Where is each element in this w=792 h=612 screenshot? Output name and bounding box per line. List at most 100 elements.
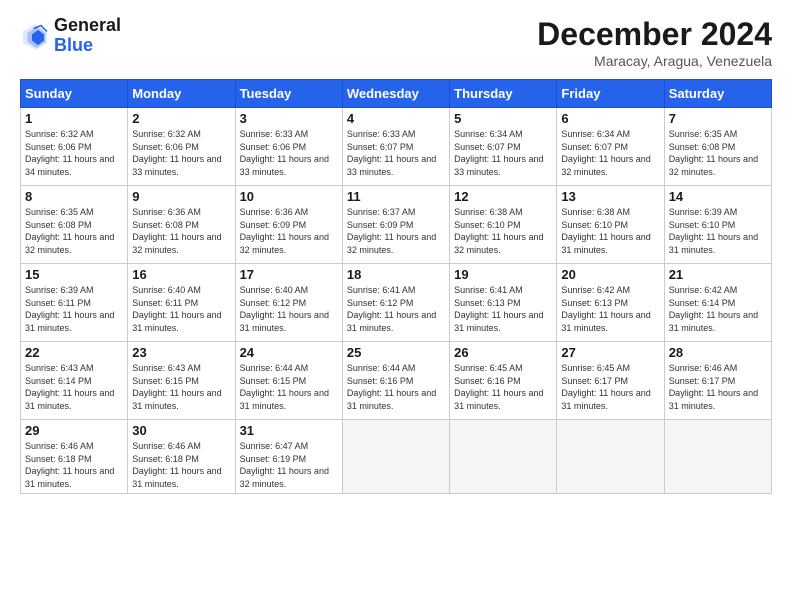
day-number: 27 xyxy=(561,345,659,360)
table-cell: 18 Sunrise: 6:41 AM Sunset: 6:12 PM Dayl… xyxy=(342,264,449,342)
day-number: 29 xyxy=(25,423,123,438)
day-number: 24 xyxy=(240,345,338,360)
day-number: 14 xyxy=(669,189,767,204)
table-cell: 14 Sunrise: 6:39 AM Sunset: 6:10 PM Dayl… xyxy=(664,186,771,264)
calendar-container: General Blue December 2024 Maracay, Arag… xyxy=(0,0,792,504)
day-number: 6 xyxy=(561,111,659,126)
table-cell xyxy=(664,420,771,494)
logo-icon xyxy=(20,21,50,51)
table-cell: 17 Sunrise: 6:40 AM Sunset: 6:12 PM Dayl… xyxy=(235,264,342,342)
day-number: 31 xyxy=(240,423,338,438)
table-cell xyxy=(450,420,557,494)
table-cell: 16 Sunrise: 6:40 AM Sunset: 6:11 PM Dayl… xyxy=(128,264,235,342)
location: Maracay, Aragua, Venezuela xyxy=(537,53,772,69)
day-number: 3 xyxy=(240,111,338,126)
day-number: 16 xyxy=(132,267,230,282)
day-number: 23 xyxy=(132,345,230,360)
table-row: 22 Sunrise: 6:43 AM Sunset: 6:14 PM Dayl… xyxy=(21,342,772,420)
day-info: Sunrise: 6:43 AM Sunset: 6:14 PM Dayligh… xyxy=(25,362,123,412)
day-info: Sunrise: 6:40 AM Sunset: 6:12 PM Dayligh… xyxy=(240,284,338,334)
table-cell: 29 Sunrise: 6:46 AM Sunset: 6:18 PM Dayl… xyxy=(21,420,128,494)
table-cell: 8 Sunrise: 6:35 AM Sunset: 6:08 PM Dayli… xyxy=(21,186,128,264)
day-number: 30 xyxy=(132,423,230,438)
col-monday: Monday xyxy=(128,80,235,108)
table-cell: 22 Sunrise: 6:43 AM Sunset: 6:14 PM Dayl… xyxy=(21,342,128,420)
day-info: Sunrise: 6:34 AM Sunset: 6:07 PM Dayligh… xyxy=(561,128,659,178)
day-info: Sunrise: 6:38 AM Sunset: 6:10 PM Dayligh… xyxy=(561,206,659,256)
logo: General Blue xyxy=(20,16,121,56)
day-number: 11 xyxy=(347,189,445,204)
day-info: Sunrise: 6:46 AM Sunset: 6:18 PM Dayligh… xyxy=(132,440,230,490)
table-cell: 24 Sunrise: 6:44 AM Sunset: 6:15 PM Dayl… xyxy=(235,342,342,420)
day-info: Sunrise: 6:45 AM Sunset: 6:17 PM Dayligh… xyxy=(561,362,659,412)
day-number: 21 xyxy=(669,267,767,282)
day-info: Sunrise: 6:37 AM Sunset: 6:09 PM Dayligh… xyxy=(347,206,445,256)
day-number: 25 xyxy=(347,345,445,360)
table-cell: 15 Sunrise: 6:39 AM Sunset: 6:11 PM Dayl… xyxy=(21,264,128,342)
day-info: Sunrise: 6:40 AM Sunset: 6:11 PM Dayligh… xyxy=(132,284,230,334)
table-cell: 31 Sunrise: 6:47 AM Sunset: 6:19 PM Dayl… xyxy=(235,420,342,494)
table-cell: 7 Sunrise: 6:35 AM Sunset: 6:08 PM Dayli… xyxy=(664,108,771,186)
table-cell xyxy=(557,420,664,494)
day-number: 13 xyxy=(561,189,659,204)
day-number: 17 xyxy=(240,267,338,282)
day-number: 9 xyxy=(132,189,230,204)
col-sunday: Sunday xyxy=(21,80,128,108)
day-number: 5 xyxy=(454,111,552,126)
title-block: December 2024 Maracay, Aragua, Venezuela xyxy=(537,16,772,69)
day-info: Sunrise: 6:41 AM Sunset: 6:12 PM Dayligh… xyxy=(347,284,445,334)
col-saturday: Saturday xyxy=(664,80,771,108)
table-cell: 9 Sunrise: 6:36 AM Sunset: 6:08 PM Dayli… xyxy=(128,186,235,264)
day-number: 7 xyxy=(669,111,767,126)
table-cell: 20 Sunrise: 6:42 AM Sunset: 6:13 PM Dayl… xyxy=(557,264,664,342)
table-cell: 23 Sunrise: 6:43 AM Sunset: 6:15 PM Dayl… xyxy=(128,342,235,420)
table-row: 15 Sunrise: 6:39 AM Sunset: 6:11 PM Dayl… xyxy=(21,264,772,342)
col-friday: Friday xyxy=(557,80,664,108)
table-cell: 19 Sunrise: 6:41 AM Sunset: 6:13 PM Dayl… xyxy=(450,264,557,342)
day-info: Sunrise: 6:42 AM Sunset: 6:13 PM Dayligh… xyxy=(561,284,659,334)
table-cell: 2 Sunrise: 6:32 AM Sunset: 6:06 PM Dayli… xyxy=(128,108,235,186)
calendar-header: General Blue December 2024 Maracay, Arag… xyxy=(20,16,772,69)
table-row: 29 Sunrise: 6:46 AM Sunset: 6:18 PM Dayl… xyxy=(21,420,772,494)
table-cell: 21 Sunrise: 6:42 AM Sunset: 6:14 PM Dayl… xyxy=(664,264,771,342)
day-info: Sunrise: 6:36 AM Sunset: 6:08 PM Dayligh… xyxy=(132,206,230,256)
table-cell: 3 Sunrise: 6:33 AM Sunset: 6:06 PM Dayli… xyxy=(235,108,342,186)
day-info: Sunrise: 6:46 AM Sunset: 6:18 PM Dayligh… xyxy=(25,440,123,490)
table-cell: 27 Sunrise: 6:45 AM Sunset: 6:17 PM Dayl… xyxy=(557,342,664,420)
table-cell xyxy=(342,420,449,494)
month-year: December 2024 xyxy=(537,16,772,53)
day-info: Sunrise: 6:34 AM Sunset: 6:07 PM Dayligh… xyxy=(454,128,552,178)
day-number: 4 xyxy=(347,111,445,126)
table-cell: 26 Sunrise: 6:45 AM Sunset: 6:16 PM Dayl… xyxy=(450,342,557,420)
table-row: 8 Sunrise: 6:35 AM Sunset: 6:08 PM Dayli… xyxy=(21,186,772,264)
day-number: 26 xyxy=(454,345,552,360)
table-row: 1 Sunrise: 6:32 AM Sunset: 6:06 PM Dayli… xyxy=(21,108,772,186)
col-tuesday: Tuesday xyxy=(235,80,342,108)
table-cell: 5 Sunrise: 6:34 AM Sunset: 6:07 PM Dayli… xyxy=(450,108,557,186)
day-info: Sunrise: 6:45 AM Sunset: 6:16 PM Dayligh… xyxy=(454,362,552,412)
day-number: 22 xyxy=(25,345,123,360)
day-info: Sunrise: 6:44 AM Sunset: 6:15 PM Dayligh… xyxy=(240,362,338,412)
day-info: Sunrise: 6:32 AM Sunset: 6:06 PM Dayligh… xyxy=(25,128,123,178)
table-cell: 6 Sunrise: 6:34 AM Sunset: 6:07 PM Dayli… xyxy=(557,108,664,186)
day-info: Sunrise: 6:39 AM Sunset: 6:10 PM Dayligh… xyxy=(669,206,767,256)
day-info: Sunrise: 6:42 AM Sunset: 6:14 PM Dayligh… xyxy=(669,284,767,334)
day-info: Sunrise: 6:38 AM Sunset: 6:10 PM Dayligh… xyxy=(454,206,552,256)
table-cell: 25 Sunrise: 6:44 AM Sunset: 6:16 PM Dayl… xyxy=(342,342,449,420)
col-wednesday: Wednesday xyxy=(342,80,449,108)
day-info: Sunrise: 6:35 AM Sunset: 6:08 PM Dayligh… xyxy=(669,128,767,178)
day-number: 18 xyxy=(347,267,445,282)
day-info: Sunrise: 6:46 AM Sunset: 6:17 PM Dayligh… xyxy=(669,362,767,412)
calendar-table: Sunday Monday Tuesday Wednesday Thursday… xyxy=(20,79,772,494)
table-cell: 4 Sunrise: 6:33 AM Sunset: 6:07 PM Dayli… xyxy=(342,108,449,186)
col-thursday: Thursday xyxy=(450,80,557,108)
day-number: 20 xyxy=(561,267,659,282)
logo-text: General Blue xyxy=(54,16,121,56)
day-info: Sunrise: 6:33 AM Sunset: 6:07 PM Dayligh… xyxy=(347,128,445,178)
day-info: Sunrise: 6:47 AM Sunset: 6:19 PM Dayligh… xyxy=(240,440,338,490)
day-info: Sunrise: 6:43 AM Sunset: 6:15 PM Dayligh… xyxy=(132,362,230,412)
day-number: 1 xyxy=(25,111,123,126)
day-number: 19 xyxy=(454,267,552,282)
table-cell: 28 Sunrise: 6:46 AM Sunset: 6:17 PM Dayl… xyxy=(664,342,771,420)
day-info: Sunrise: 6:44 AM Sunset: 6:16 PM Dayligh… xyxy=(347,362,445,412)
